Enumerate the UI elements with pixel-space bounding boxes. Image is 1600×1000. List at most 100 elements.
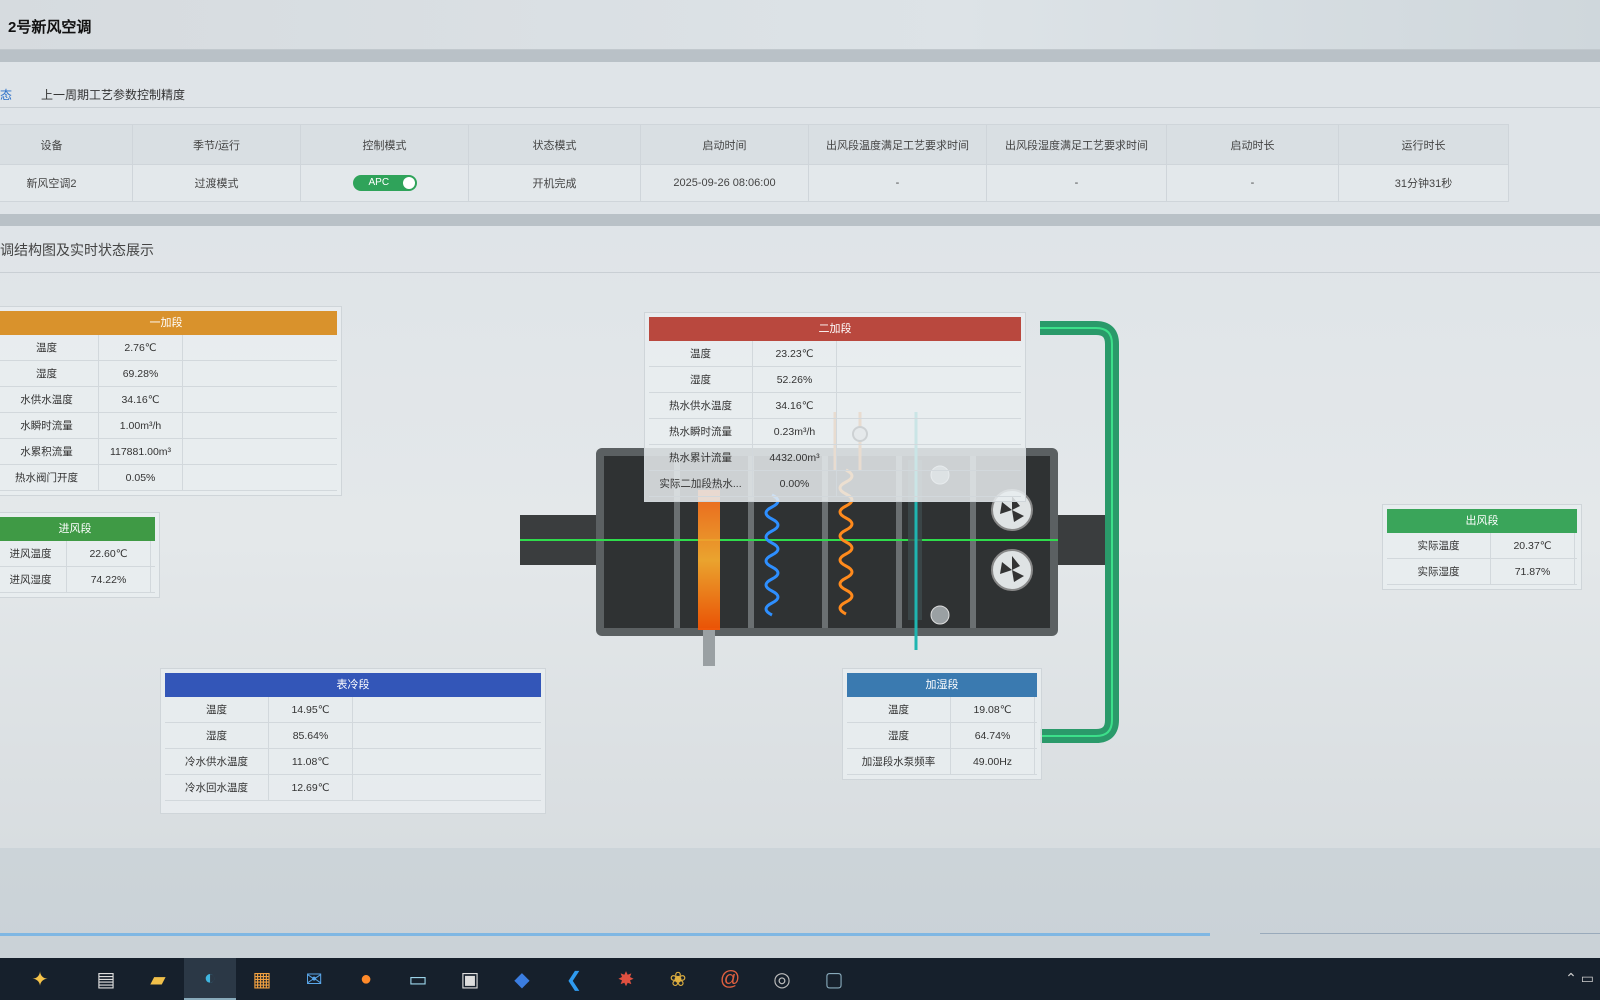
card-row: 热水阀门开度 0.05% [0,465,337,491]
col-season: 季节/运行 [132,124,301,165]
status-table: 设备 季节/运行 控制模式 状态模式 启动时间 出风段温度满足工艺要求时间 出风… [0,124,1509,202]
card-label: 湿度 [649,367,753,392]
card-label: 热水瞬时流量 [649,419,753,444]
card-label: 湿度 [0,361,99,386]
card-label: 水累积流量 [0,439,99,464]
app4-icon[interactable]: @ [704,958,756,1000]
preheat-pipe [703,630,715,666]
toggle-knob [402,177,415,189]
card-row: 进风温度 22.60℃ [0,541,155,567]
scroll-progress [0,933,1210,936]
card-row: 湿度 52.26% [649,367,1021,393]
card-row: 实际二加段热水... 0.00% [649,471,1021,497]
card-row: 加湿段水泵频率 49.00Hz [847,749,1037,775]
card-row: 温度 19.08℃ [847,697,1037,723]
card-row: 热水供水温度 34.16℃ [649,393,1021,419]
divider [0,272,1600,273]
table-header-row: 设备 季节/运行 控制模式 状态模式 启动时间 出风段温度满足工艺要求时间 出风… [0,124,1509,165]
card-row: 热水瞬时流量 0.23m³/h [649,419,1021,445]
card-value: 12.69℃ [269,775,353,800]
title-bar: 2号新风空调 [0,0,1600,50]
card-label: 实际湿度 [1387,559,1491,584]
terminal-icon[interactable]: ▣ [444,958,496,1000]
card-inlet: 进风段 进风温度 22.60℃ 进风湿度 74.22% [0,512,160,598]
card-value: 0.05% [99,465,183,490]
card-row: 冷水供水温度 11.08℃ [165,749,541,775]
status-panel: 态 上一周期工艺参数控制精度 设备 季节/运行 控制模式 状态模式 启动时间 出… [0,62,1600,214]
card-label: 进风温度 [0,541,67,566]
col-device: 设备 [0,124,133,165]
card-label: 加湿段水泵频率 [847,749,951,774]
card-row: 湿度 64.74% [847,723,1037,749]
cell-state-mode: 开机完成 [468,164,641,202]
system-tray-icon[interactable]: ⌃ ▭ [1565,970,1594,987]
apc-toggle-label: APC [368,177,390,188]
card-label: 进风湿度 [0,567,67,592]
card-row: 实际温度 20.37℃ [1387,533,1577,559]
card-value: 71.87% [1491,559,1575,584]
copilot-icon[interactable]: ✦ [0,958,80,1000]
card-value: 69.28% [99,361,183,386]
card-value: 2.76℃ [99,335,183,360]
card-row: 水累积流量 117881.00m³ [0,439,337,465]
card-value: 20.37℃ [1491,533,1575,558]
col-control-mode: 控制模式 [300,124,469,165]
card-label: 温度 [847,697,951,722]
task-view-icon[interactable]: ▤ [80,958,132,1000]
file-explorer-icon[interactable]: ▰ [132,958,184,1000]
divider [1260,933,1600,934]
card-row: 温度 2.76℃ [0,335,337,361]
app-icon[interactable]: ◆ [496,958,548,1000]
tab-precision[interactable]: 上一周期工艺参数控制精度 [41,86,185,103]
card-label: 湿度 [165,723,269,748]
edge-icon[interactable]: ◐ [184,958,236,1000]
col-run-duration: 运行时长 [1338,124,1509,165]
tab-bar: 态 上一周期工艺参数控制精度 [0,84,1600,108]
section-title: 调结构图及实时状态展示 [0,242,154,258]
card-value: 0.23m³/h [753,419,837,444]
card-label: 冷水供水温度 [165,749,269,774]
tab-status[interactable]: 态 [0,86,12,103]
card-label: 热水累计流量 [649,445,753,470]
card-title: 二加段 [649,317,1021,341]
remote-desktop-icon[interactable]: ▢ [808,958,860,1000]
apc-toggle[interactable]: APC [352,175,417,191]
card-label: 冷水回水温度 [165,775,269,800]
store-icon[interactable]: ▦ [236,958,288,1000]
card-row: 温度 23.23℃ [649,341,1021,367]
table-row: 新风空调2 过渡模式 APC 开机完成 2025-09-26 08:06:00 … [0,164,1509,202]
mail-icon[interactable]: ✉ [288,958,340,1000]
card-row: 湿度 85.64% [165,723,541,749]
card-label: 湿度 [847,723,951,748]
notepad-icon[interactable]: ▭ [392,958,444,1000]
cell-temp-ok-time: - [808,164,987,202]
app2-icon[interactable]: ✸ [600,958,652,1000]
card-reheat: 二加段 温度 23.23℃ 湿度 52.26% 热水供水温度 34.16℃ 热水瞬时流… [644,312,1026,502]
app5-icon[interactable]: ◎ [756,958,808,1000]
card-row: 进风湿度 74.22% [0,567,155,593]
card-value: 34.16℃ [753,393,837,418]
card-value: 22.60℃ [67,541,151,566]
card-label: 实际温度 [1387,533,1491,558]
card-value: 14.95℃ [269,697,353,722]
cell-hum-ok-time: - [986,164,1167,202]
card-value: 34.16℃ [99,387,183,412]
app3-icon[interactable]: ❀ [652,958,704,1000]
card-label: 温度 [165,697,269,722]
card-row: 冷水回水温度 12.69℃ [165,775,541,801]
card-row: 热水累计流量 4432.00m³ [649,445,1021,471]
card-row: 水供水温度 34.16℃ [0,387,337,413]
card-value: 0.00% [753,471,837,496]
col-start-duration: 启动时长 [1166,124,1339,165]
cell-run-duration: 31分钟31秒 [1338,164,1509,202]
outlet-duct [1058,515,1108,565]
card-value: 85.64% [269,723,353,748]
cell-season: 过渡模式 [132,164,301,202]
firefox-icon[interactable]: ● [340,958,392,1000]
card-value: 49.00Hz [951,749,1035,774]
card-title: 表冷段 [165,673,541,697]
vscode-icon[interactable]: ❮ [548,958,600,1000]
card-cooling: 表冷段 温度 14.95℃ 湿度 85.64% 冷水供水温度 11.08℃ 冷水回水温… [160,668,546,814]
divider [0,50,1600,62]
card-value: 23.23℃ [753,341,837,366]
